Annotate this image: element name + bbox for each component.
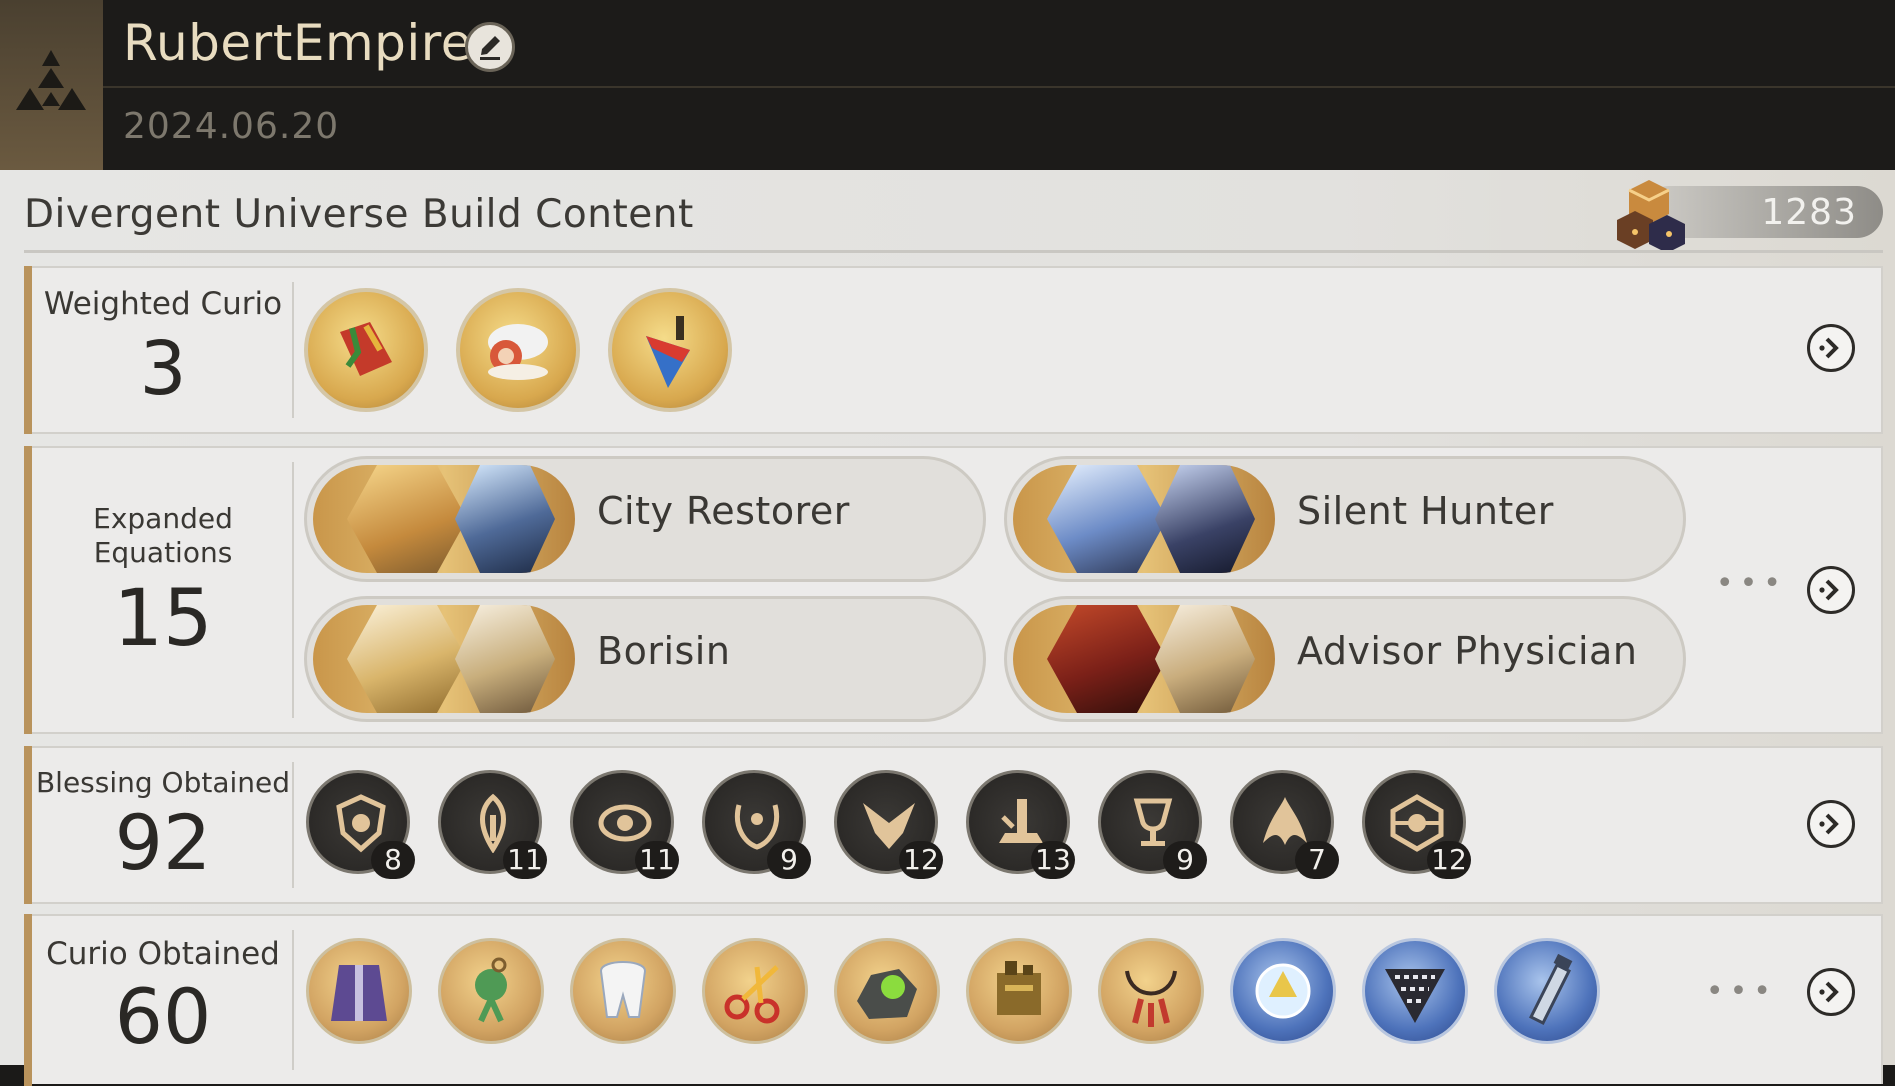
abundance-path-icon[interactable]: 9 [702, 770, 811, 879]
logo-icon [16, 50, 86, 110]
expanded-equations-details-button[interactable] [1807, 566, 1855, 614]
equation-name: Borisin [597, 629, 731, 673]
rock-curio-icon[interactable] [834, 938, 940, 1044]
blessing-count-badge: 13 [1031, 841, 1075, 879]
necklace-curio-icon[interactable] [1098, 938, 1204, 1044]
blessing-count-badge: 11 [635, 841, 679, 879]
cube-currency-icon [1617, 180, 1685, 253]
curio-obtained-details-button[interactable] [1807, 968, 1855, 1016]
more-dots: ••• [1705, 974, 1777, 1009]
expanded-equations-label-line2: Equations [93, 536, 233, 569]
blessing-obtained-label: Blessing Obtained [35, 766, 291, 799]
curio-obtained-count: 60 [114, 972, 212, 1061]
panel-divider [292, 462, 294, 718]
blessing-count-badge: 7 [1295, 841, 1339, 879]
destruction-path-icon[interactable]: 13 [966, 770, 1075, 879]
remembrance-path-icon[interactable]: 11 [438, 770, 547, 879]
propagation-path-icon[interactable]: 7 [1230, 770, 1339, 879]
accent-bar [24, 266, 32, 434]
section-title: Divergent Universe Build Content [24, 192, 694, 237]
header-divider [103, 86, 1895, 88]
panel-divider [292, 762, 294, 888]
erudition-path-icon[interactable]: 12 [1362, 770, 1471, 879]
blessing-count-badge: 9 [767, 841, 811, 879]
blessing-count-badge: 8 [371, 841, 415, 879]
folder-curio-icon[interactable] [304, 288, 428, 412]
weighted-curio-label: Weighted Curio [43, 286, 283, 322]
profile-header: RubertEmpire 2024.06.20 [103, 0, 1895, 170]
chevron-right-icon [1819, 579, 1839, 601]
blessing-count-badge: 12 [899, 841, 943, 879]
weighted-curio-count: 3 [139, 326, 187, 412]
more-dots: ••• [1715, 566, 1787, 601]
blessing-obtained-details-button[interactable] [1807, 800, 1855, 848]
equation-card[interactable]: City Restorer [304, 456, 986, 582]
equation-name: City Restorer [597, 489, 850, 533]
elation-path-icon[interactable]: 9 [1098, 770, 1207, 879]
tube-curio-icon[interactable] [1494, 938, 1600, 1044]
weighted-curio-panel: Weighted Curio 3 [24, 266, 1883, 434]
equation-portrait [313, 605, 575, 713]
machine-curio-icon[interactable] [966, 938, 1072, 1044]
triangle-curio-icon[interactable] [1362, 938, 1468, 1044]
equation-portrait [1013, 605, 1275, 713]
edit-name-button[interactable] [465, 22, 515, 72]
game-logo [0, 0, 104, 170]
crystal-curio-icon[interactable] [1230, 938, 1336, 1044]
brush-curio-icon[interactable] [608, 288, 732, 412]
accent-bar [24, 746, 32, 904]
currency-display: 1283 [1617, 180, 1883, 253]
equation-card[interactable]: Advisor Physician [1004, 596, 1686, 722]
currency-value: 1283 [1761, 192, 1857, 233]
panel-divider [292, 282, 294, 418]
blessing-count-badge: 9 [1163, 841, 1207, 879]
preservation-path-icon[interactable]: 8 [306, 770, 415, 879]
scissors-curio-icon[interactable] [702, 938, 808, 1044]
panel-divider [292, 930, 294, 1070]
expanded-equations-label-line1: Expanded [93, 502, 233, 535]
blessing-obtained-panel: Blessing Obtained 92 8 11 11 9 12 13 9 7… [24, 746, 1883, 904]
chevron-right-icon [1819, 337, 1839, 359]
equation-portrait [1013, 465, 1275, 573]
equation-card[interactable]: Silent Hunter [1004, 456, 1686, 582]
title-underline [24, 250, 1883, 253]
equation-name: Advisor Physician [1297, 629, 1638, 673]
blessing-count-badge: 11 [503, 841, 547, 879]
blessing-obtained-count: 92 [114, 798, 212, 887]
blessing-count-badge: 12 [1427, 841, 1471, 879]
accent-bar [24, 914, 32, 1086]
equation-card[interactable]: Borisin [304, 596, 986, 722]
knot-curio-icon[interactable] [438, 938, 544, 1044]
dumpling-curio-icon[interactable] [456, 288, 580, 412]
pencil-icon [480, 36, 500, 60]
chevron-right-icon [1819, 813, 1839, 835]
cape-curio-icon[interactable] [306, 938, 412, 1044]
chevron-right-icon [1819, 981, 1839, 1003]
equation-name: Silent Hunter [1297, 489, 1554, 533]
hunt-path-icon[interactable]: 12 [834, 770, 943, 879]
record-date: 2024.06.20 [123, 106, 340, 147]
equation-portrait [313, 465, 575, 573]
weighted-curio-details-button[interactable] [1807, 324, 1855, 372]
curio-obtained-panel: Curio Obtained 60 ••• [24, 914, 1883, 1086]
tooth-curio-icon[interactable] [570, 938, 676, 1044]
expanded-equations-panel: Expanded Equations 15 City Restorer Sile… [24, 446, 1883, 734]
username: RubertEmpire [123, 14, 472, 72]
expanded-equations-count: 15 [113, 574, 213, 664]
build-content-panel: Divergent Universe Build Content 1283 We… [0, 170, 1895, 1086]
nihility-path-icon[interactable]: 11 [570, 770, 679, 879]
accent-bar [24, 446, 32, 734]
curio-obtained-label: Curio Obtained [46, 936, 280, 972]
